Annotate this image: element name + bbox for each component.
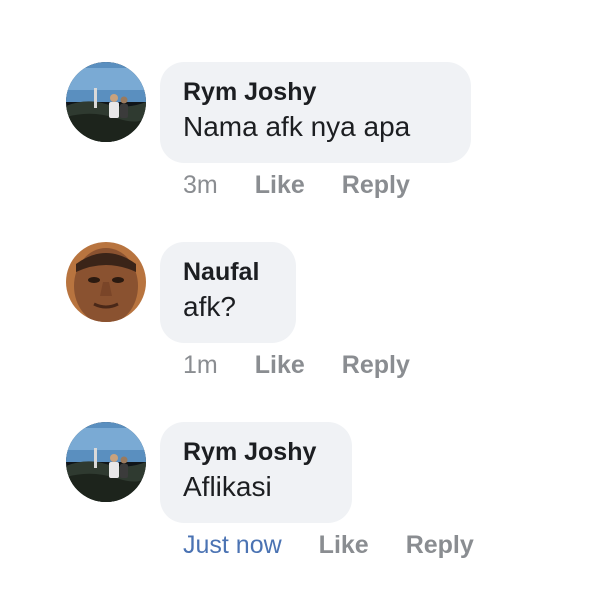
comment-timestamp[interactable]: 3m — [183, 171, 218, 199]
comment-actions: Just now Like Reply — [183, 530, 474, 560]
comment-text: afk? — [183, 291, 236, 322]
avatar[interactable] — [66, 242, 146, 322]
comment-timestamp[interactable]: 1m — [183, 351, 218, 379]
avatar[interactable] — [66, 62, 146, 142]
face-photo-avatar-icon — [66, 242, 146, 322]
like-button[interactable]: Like — [255, 171, 305, 199]
comment-actions: 1m Like Reply — [183, 350, 410, 380]
like-button[interactable]: Like — [255, 351, 305, 379]
reply-button[interactable]: Reply — [342, 171, 410, 199]
comment-bubble: Rym Joshy Nama afk nya apa — [160, 62, 471, 163]
avatar[interactable] — [66, 422, 146, 502]
comment-author[interactable]: Rym Joshy — [183, 436, 328, 468]
comment-thread: Rym Joshy Nama afk nya apa 3m Like Reply N… — [0, 0, 609, 608]
comment-bubble: Rym Joshy Aflikasi — [160, 422, 352, 523]
comment-author[interactable]: Rym Joshy — [183, 76, 447, 108]
reply-button[interactable]: Reply — [406, 531, 474, 559]
landscape-photo-avatar-icon — [66, 422, 146, 502]
comment-actions: 3m Like Reply — [183, 170, 410, 200]
like-button[interactable]: Like — [319, 531, 369, 559]
comment-timestamp[interactable]: Just now — [183, 531, 282, 559]
comment-text: Aflikasi — [183, 471, 272, 502]
comment-bubble: Naufal afk? — [160, 242, 296, 343]
comment-text: Nama afk nya apa — [183, 111, 411, 142]
landscape-photo-avatar-icon — [66, 62, 146, 142]
reply-button[interactable]: Reply — [342, 351, 410, 379]
comment-author[interactable]: Naufal — [183, 256, 272, 288]
